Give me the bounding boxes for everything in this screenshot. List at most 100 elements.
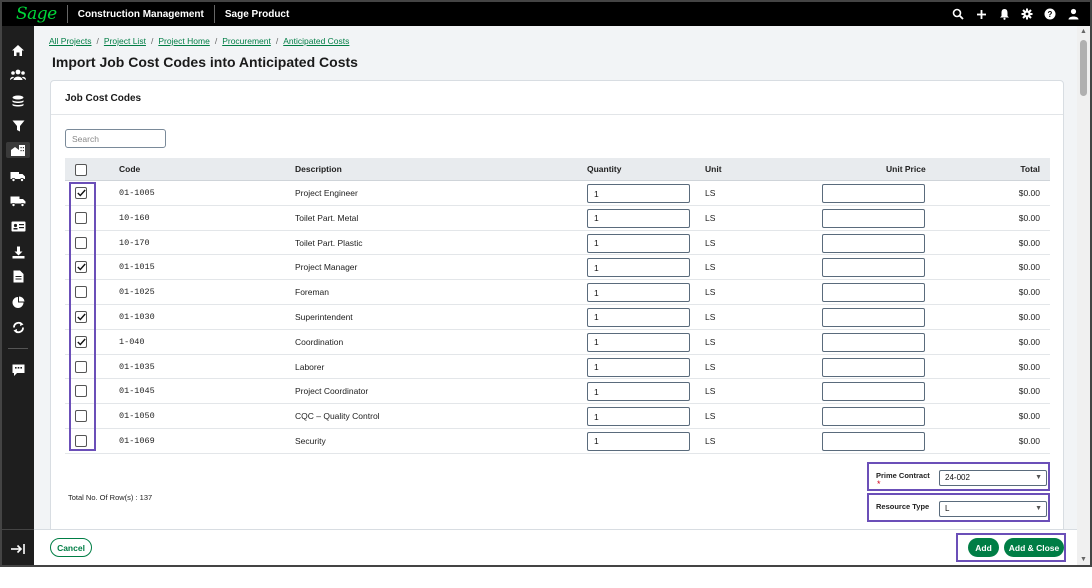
column-header-description[interactable]: Description xyxy=(295,158,342,181)
column-header-total[interactable]: Total xyxy=(1020,158,1040,181)
checkbox-column-highlight xyxy=(69,182,96,451)
total-cell: $0.00 xyxy=(1018,311,1040,322)
total-cell: $0.00 xyxy=(1018,237,1040,248)
quantity-input[interactable] xyxy=(587,283,690,303)
scroll-up-arrow-icon[interactable]: ▲ xyxy=(1080,28,1087,35)
unit-cell: LS xyxy=(705,361,716,372)
unit-price-input[interactable] xyxy=(822,307,925,327)
top-navigation-bar: Sage Construction Management Sage Produc… xyxy=(2,2,1090,26)
pie-chart-icon[interactable] xyxy=(10,294,26,310)
gear-icon[interactable] xyxy=(1020,7,1034,21)
people-icon[interactable] xyxy=(10,67,26,83)
quantity-input[interactable] xyxy=(587,258,690,278)
unit-price-input[interactable] xyxy=(822,382,925,402)
quantity-input[interactable] xyxy=(587,307,690,327)
unit-price-input[interactable] xyxy=(822,283,925,303)
quantity-input[interactable] xyxy=(587,407,690,427)
collapse-sidebar-button[interactable] xyxy=(2,529,34,565)
unit-price-input[interactable] xyxy=(822,357,925,377)
feedback-icon[interactable] xyxy=(10,362,26,378)
quantity-input[interactable] xyxy=(587,357,690,377)
quantity-input[interactable] xyxy=(587,184,690,203)
sync-icon[interactable] xyxy=(10,319,26,335)
breadcrumb-project-list[interactable]: Project List xyxy=(104,36,146,46)
quantity-input[interactable] xyxy=(587,431,690,451)
job-cost-codes-table: Code Description Quantity Unit Unit Pric… xyxy=(65,158,1050,454)
total-cell: $0.00 xyxy=(1018,262,1040,273)
chevron-down-icon: ▼ xyxy=(1035,474,1042,481)
code-cell: 01-1005 xyxy=(119,188,155,198)
search-input[interactable] xyxy=(65,129,166,148)
description-cell: CQC – Quality Control xyxy=(295,411,380,422)
truck-dollar-icon[interactable] xyxy=(10,168,26,184)
add-button[interactable]: Add xyxy=(968,538,999,557)
table-row: 01-1035 Laborer LS $0.00 xyxy=(65,355,1050,380)
breadcrumb-procurement[interactable]: Procurement xyxy=(222,36,271,46)
total-cell: $0.00 xyxy=(1018,188,1040,198)
quantity-input[interactable] xyxy=(587,332,690,352)
table-row: 01-1050 CQC – Quality Control LS $0.00 xyxy=(65,404,1050,429)
unit-price-input[interactable] xyxy=(822,332,925,352)
code-cell: 1-040 xyxy=(119,336,145,347)
help-icon[interactable]: ? xyxy=(1043,7,1057,21)
home-icon[interactable] xyxy=(10,42,26,58)
app-name[interactable]: Construction Management xyxy=(68,9,214,20)
add-and-close-button[interactable]: Add & Close xyxy=(1004,538,1064,557)
id-card-icon[interactable] xyxy=(10,218,26,234)
select-all-checkbox[interactable] xyxy=(75,164,87,176)
card-title: Job Cost Codes xyxy=(65,93,142,104)
cancel-button[interactable]: Cancel xyxy=(50,538,92,557)
code-cell: 10-170 xyxy=(119,237,150,248)
unit-price-input[interactable] xyxy=(822,208,925,228)
column-header-code[interactable]: Code xyxy=(119,158,140,181)
description-cell: Project Manager xyxy=(295,262,358,273)
column-header-unit[interactable]: Unit xyxy=(705,158,722,181)
scrollbar-thumb[interactable] xyxy=(1080,40,1087,96)
bell-icon[interactable] xyxy=(997,7,1011,21)
resource-type-select[interactable]: L ▼ xyxy=(939,501,1047,517)
quantity-input[interactable] xyxy=(587,208,690,228)
unit-price-input[interactable] xyxy=(822,431,925,451)
user-icon[interactable] xyxy=(1066,7,1080,21)
unit-price-input[interactable] xyxy=(822,407,925,427)
download-icon[interactable] xyxy=(10,244,26,260)
code-cell: 01-1035 xyxy=(119,361,155,372)
unit-price-input[interactable] xyxy=(822,258,925,278)
building-icon[interactable] xyxy=(6,142,30,158)
unit-cell: LS xyxy=(705,287,716,298)
scroll-down-arrow-icon[interactable]: ▼ xyxy=(1080,556,1087,563)
search-icon[interactable] xyxy=(951,7,965,21)
unit-price-input[interactable] xyxy=(822,233,925,253)
breadcrumb-project-home[interactable]: Project Home xyxy=(158,36,210,46)
sage-logo[interactable]: Sage xyxy=(2,2,67,26)
plus-icon[interactable] xyxy=(974,7,988,21)
breadcrumb-separator: / xyxy=(214,36,218,46)
breadcrumb-anticipated-costs[interactable]: Anticipated Costs xyxy=(283,36,349,46)
breadcrumb: All Projects / Project List / Project Home / P… xyxy=(49,36,349,46)
code-cell: 01-1025 xyxy=(119,287,155,298)
page-title: Import Job Cost Codes into Anticipated C… xyxy=(52,54,358,70)
description-cell: Project Engineer xyxy=(295,188,358,198)
svg-text:?: ? xyxy=(1048,10,1053,19)
document-icon[interactable] xyxy=(10,268,26,284)
divider xyxy=(51,114,1063,115)
column-header-quantity[interactable]: Quantity xyxy=(587,158,621,181)
column-header-unit-price[interactable]: Unit Price xyxy=(886,158,926,181)
unit-cell: LS xyxy=(705,212,716,223)
filter-icon[interactable] xyxy=(10,118,26,134)
breadcrumb-all-projects[interactable]: All Projects xyxy=(49,36,92,46)
vertical-scrollbar[interactable]: ▲ ▼ xyxy=(1077,26,1090,565)
stack-icon[interactable] xyxy=(10,93,26,109)
quantity-input[interactable] xyxy=(587,382,690,402)
code-cell: 10-160 xyxy=(119,212,150,223)
unit-price-input[interactable] xyxy=(822,184,925,203)
table-row: 01-1015 Project Manager LS $0.00 xyxy=(65,255,1050,281)
top-icons: ? xyxy=(951,2,1080,26)
prime-contract-select[interactable]: 24-002 ▼ xyxy=(939,470,1047,486)
description-cell: Project Coordinator xyxy=(295,386,369,397)
total-cell: $0.00 xyxy=(1018,336,1040,347)
quantity-input[interactable] xyxy=(587,233,690,253)
product-name[interactable]: Sage Product xyxy=(215,9,299,20)
code-cell: 01-1045 xyxy=(119,386,155,397)
truck-icon[interactable] xyxy=(10,193,26,209)
